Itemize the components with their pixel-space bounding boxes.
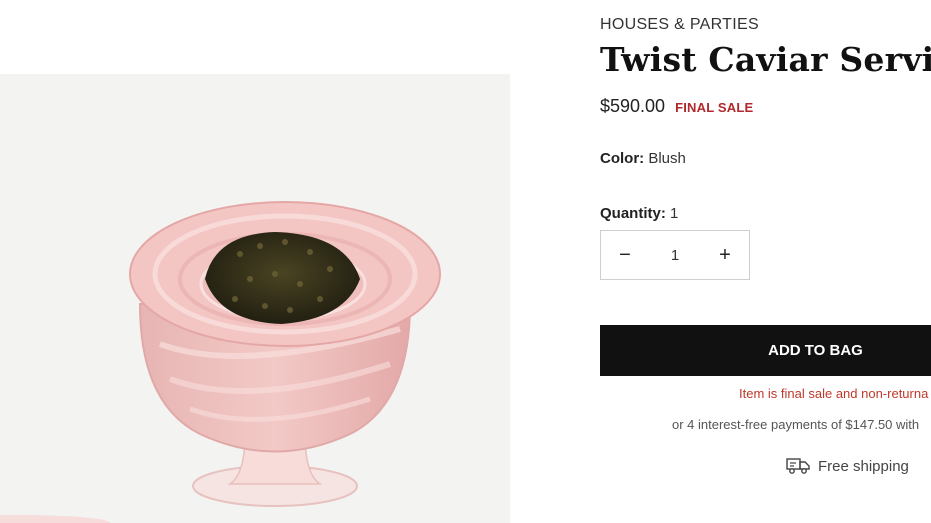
installment-payments-text: or 4 interest-free payments of $147.50 w… xyxy=(672,417,920,432)
add-to-bag-button[interactable]: ADD TO BAG xyxy=(600,325,931,376)
product-title: Twist Caviar Service C xyxy=(600,40,931,79)
color-selection: Color: Blush xyxy=(600,150,686,167)
price-row: $590.00 FINAL SALE xyxy=(600,96,753,117)
product-price: $590.00 xyxy=(600,96,666,116)
final-sale-note: Item is final sale and non-returna xyxy=(739,386,929,401)
increase-quantity-button[interactable]: + xyxy=(701,231,749,279)
truck-icon xyxy=(786,458,810,474)
final-sale-badge: FINAL SALE xyxy=(675,100,754,115)
color-value: Blush xyxy=(648,150,686,167)
decrease-quantity-button[interactable]: − xyxy=(601,231,649,279)
caviar-bowl-image xyxy=(0,201,441,523)
brand-name[interactable]: HOUSES & PARTIES xyxy=(600,16,759,34)
quantity-input[interactable]: 1 xyxy=(671,247,679,264)
add-to-bag-label: ADD TO BAG xyxy=(768,342,863,359)
free-shipping: Free shipping xyxy=(786,456,909,476)
color-label: Color: xyxy=(600,150,645,167)
quantity-value: 1 xyxy=(670,205,679,222)
quantity-stepper[interactable]: − 1 + xyxy=(600,230,750,280)
free-shipping-label: Free shipping xyxy=(818,457,909,475)
product-image[interactable] xyxy=(0,74,510,523)
quantity-display: Quantity: 1 xyxy=(600,205,678,222)
quantity-label: Quantity: xyxy=(600,205,666,222)
